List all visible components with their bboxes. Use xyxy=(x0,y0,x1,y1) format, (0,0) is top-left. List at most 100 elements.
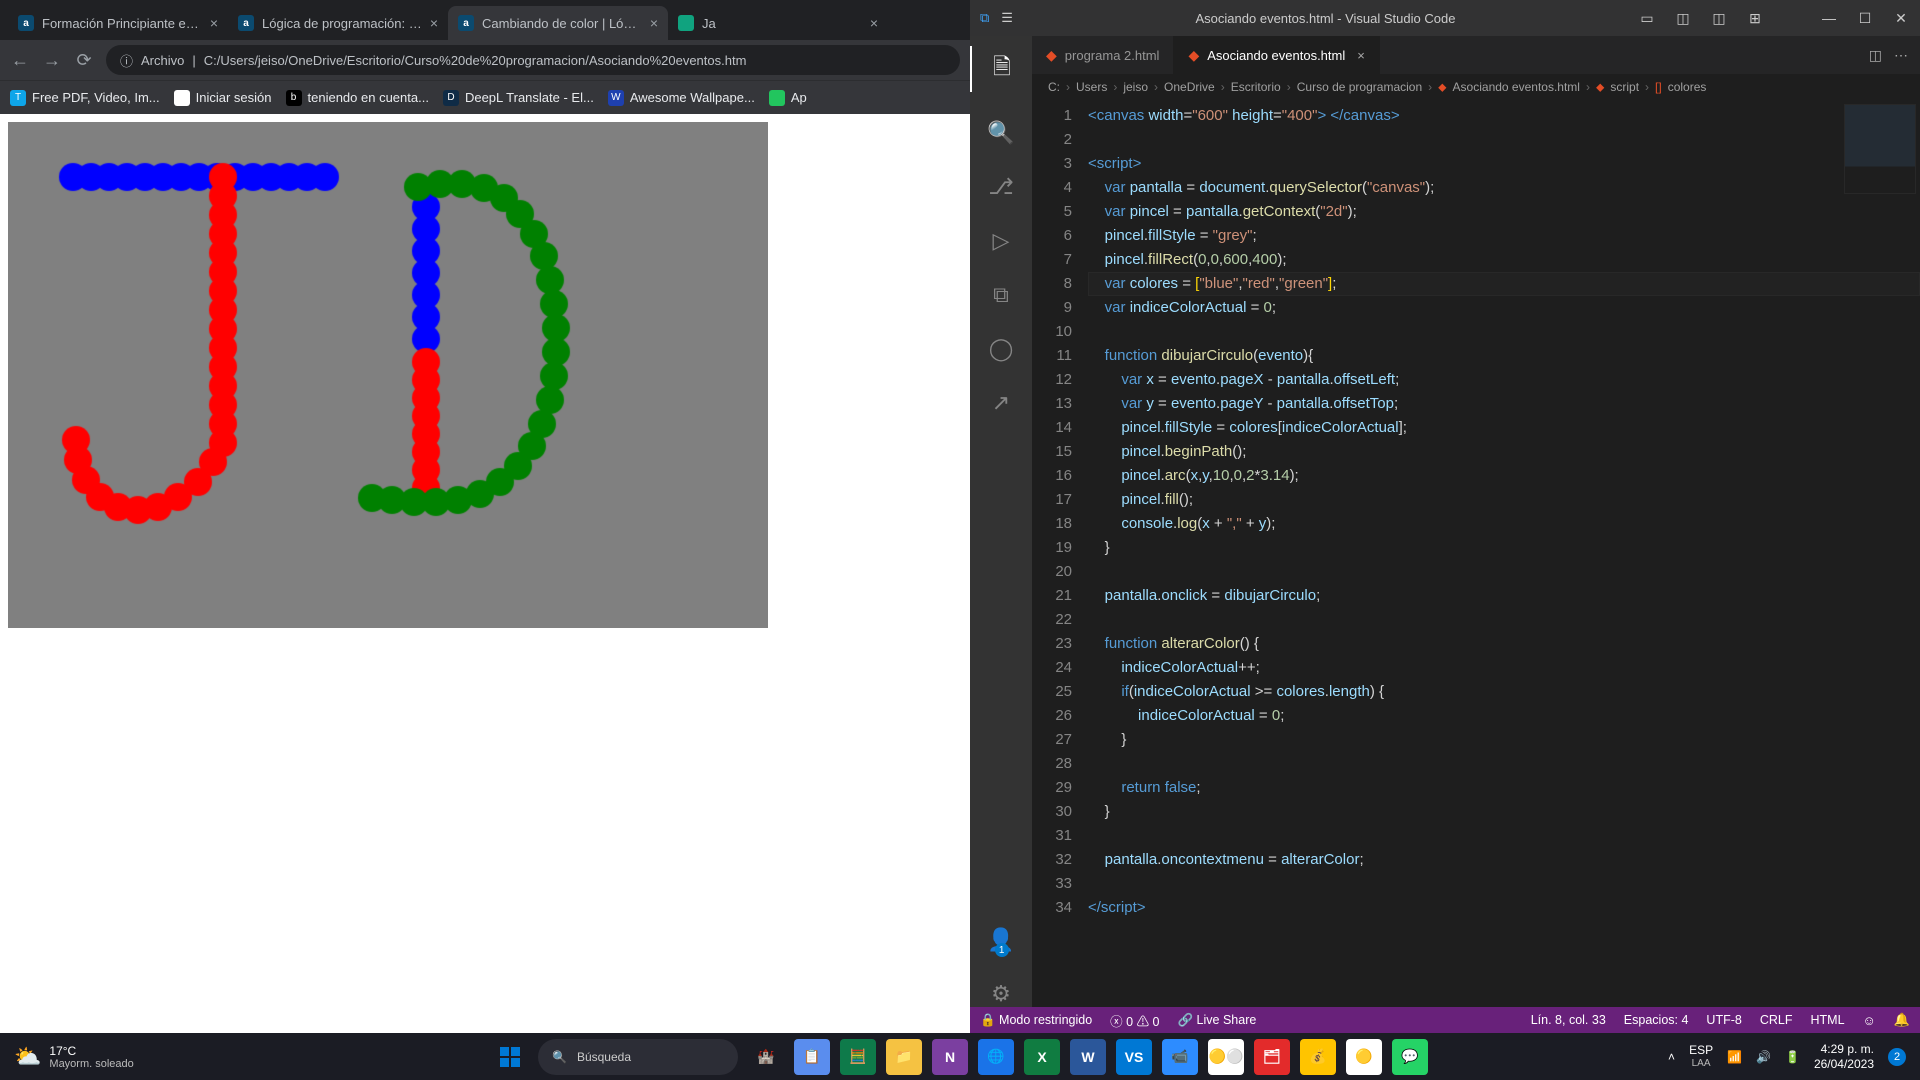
search-icon: 🔍 xyxy=(552,1050,567,1064)
bookmark-label: Iniciar sesión xyxy=(196,90,272,105)
bookmark-item[interactable]: Ap xyxy=(769,90,807,106)
tab-close-icon[interactable]: × xyxy=(870,15,878,31)
breadcrumb-segment[interactable]: script xyxy=(1610,80,1639,94)
code-content[interactable]: <canvas width="600" height="400"> </canv… xyxy=(1088,100,1920,1007)
wifi-icon[interactable]: 📶 xyxy=(1727,1050,1742,1064)
taskbar-app[interactable]: W xyxy=(1070,1039,1106,1075)
taskbar-app[interactable]: VS xyxy=(1116,1039,1152,1075)
layout-icon[interactable]: ⊞ xyxy=(1746,10,1764,27)
status-eol[interactable]: CRLF xyxy=(1760,1013,1793,1027)
vscode-titlebar[interactable]: ⧉ ☰ Asociando eventos.html - Visual Stud… xyxy=(970,0,1920,36)
layout-icon[interactable]: ◫ xyxy=(1710,10,1728,27)
tab-close-icon[interactable]: × xyxy=(210,15,218,31)
tray-overflow-icon[interactable]: ˄ xyxy=(1668,1050,1675,1064)
taskbar-weather[interactable]: ⛅ 17°C Mayorm. soleado xyxy=(0,1044,148,1070)
account-icon[interactable]: 👤 xyxy=(987,927,1014,953)
taskbar-app[interactable]: 🟡⚪ xyxy=(1208,1039,1244,1075)
bookmark-icon: T xyxy=(10,90,26,106)
taskbar-app[interactable]: 🟡 xyxy=(1346,1039,1382,1075)
layout-icon[interactable]: ▭ xyxy=(1638,10,1656,27)
site-info-icon[interactable]: ⓘ xyxy=(120,51,133,70)
breadcrumb-segment[interactable]: OneDrive xyxy=(1164,80,1215,94)
activity-item[interactable]: 🗎 xyxy=(970,46,1032,92)
status-cursor-pos[interactable]: Lín. 8, col. 33 xyxy=(1531,1013,1606,1027)
layout-icon[interactable]: ◫ xyxy=(1674,10,1692,27)
browser-tab[interactable]: Ja× xyxy=(668,6,888,40)
bookmark-item[interactable]: TFree PDF, Video, Im... xyxy=(10,90,160,106)
forward-button[interactable]: → xyxy=(42,50,62,71)
taskbar-app[interactable]: N xyxy=(932,1039,968,1075)
bookmark-item[interactable]: Iniciar sesión xyxy=(174,90,272,106)
maximize-button[interactable]: ☐ xyxy=(1856,10,1874,27)
breadcrumb-segment[interactable]: Users xyxy=(1076,80,1107,94)
taskbar-app[interactable]: 📋 xyxy=(794,1039,830,1075)
taskbar-search[interactable]: 🔍Búsqueda xyxy=(538,1039,738,1075)
close-button[interactable]: ✕ xyxy=(1892,10,1910,27)
more-actions-icon[interactable]: ⋯ xyxy=(1894,47,1908,64)
drawing-canvas[interactable] xyxy=(8,122,768,628)
taskbar-app[interactable]: 🏰 xyxy=(748,1039,784,1075)
status-encoding[interactable]: UTF-8 xyxy=(1706,1013,1741,1027)
breadcrumb-segment[interactable]: jeiso xyxy=(1123,80,1148,94)
activity-item[interactable]: ▷ xyxy=(993,228,1010,254)
taskbar-app[interactable]: 📹 xyxy=(1162,1039,1198,1075)
activity-item[interactable]: ⧉ xyxy=(993,282,1009,308)
status-spaces[interactable]: Espacios: 4 xyxy=(1624,1013,1689,1027)
editor-tab[interactable]: ◆programa 2.html xyxy=(1032,36,1174,74)
taskbar-app[interactable]: 💬 xyxy=(1392,1039,1428,1075)
taskbar-app[interactable]: 🗂 xyxy=(1254,1039,1290,1075)
editor-tab[interactable]: ◆Asociando eventos.html× xyxy=(1174,36,1379,74)
restricted-mode[interactable]: 🔒 Modo restringido xyxy=(980,1013,1092,1028)
bookmark-item[interactable]: bteniendo en cuenta... xyxy=(286,90,429,106)
address-bar[interactable]: ⓘ Archivo | C:/Users/jeiso/OneDrive/Escr… xyxy=(106,45,960,75)
reload-button[interactable]: ⟳ xyxy=(74,50,94,71)
vscode-editor[interactable]: 1234567891011121314151617181920212223242… xyxy=(1032,100,1920,1007)
activity-item[interactable]: ⎇ xyxy=(988,174,1013,200)
notification-badge[interactable]: 2 xyxy=(1888,1048,1906,1066)
activity-item[interactable]: ◯ xyxy=(989,336,1014,362)
chrome-toolbar: ← → ⟳ ⓘ Archivo | C:/Users/jeiso/OneDriv… xyxy=(0,40,970,80)
breadcrumb-segment[interactable]: Curso de programacion xyxy=(1297,80,1422,94)
status-liveshare[interactable]: 🔗 Live Share xyxy=(1178,1013,1257,1028)
bookmark-item[interactable]: DDeepL Translate - El... xyxy=(443,90,594,106)
taskbar-clock[interactable]: 4:29 p. m. 26/04/2023 xyxy=(1814,1042,1874,1072)
breadcrumb-segment[interactable]: Asociando eventos.html xyxy=(1453,80,1580,94)
taskbar-app[interactable]: 💰 xyxy=(1300,1039,1336,1075)
breadcrumb-segment[interactable]: Escritorio xyxy=(1231,80,1281,94)
split-editor-icon[interactable]: ◫ xyxy=(1869,47,1882,64)
battery-icon[interactable]: 🔋 xyxy=(1785,1050,1800,1064)
back-button[interactable]: ← xyxy=(10,50,30,71)
app-menu-icon[interactable]: ☰ xyxy=(1001,10,1013,26)
minimize-button[interactable]: — xyxy=(1820,10,1838,26)
bookmark-icon: D xyxy=(443,90,459,106)
bookmark-item[interactable]: WAwesome Wallpape... xyxy=(608,90,755,106)
status-bell-icon[interactable]: 🔔 xyxy=(1894,1012,1910,1028)
taskbar-app[interactable]: 📁 xyxy=(886,1039,922,1075)
vscode-breadcrumb[interactable]: C:›Users›jeiso›OneDrive›Escritorio›Curso… xyxy=(1032,74,1920,100)
browser-tab[interactable]: aCambiando de color | Lógica de p× xyxy=(448,6,668,40)
status-lang[interactable]: HTML xyxy=(1811,1013,1845,1027)
activity-item[interactable]: 🔍 xyxy=(987,120,1014,146)
start-button[interactable] xyxy=(492,1039,528,1075)
taskbar-app[interactable]: 🌐 xyxy=(978,1039,1014,1075)
volume-icon[interactable]: 🔊 xyxy=(1756,1050,1771,1064)
tab-close-icon[interactable]: × xyxy=(650,15,658,31)
taskbar-app[interactable]: 🧮 xyxy=(840,1039,876,1075)
bookmark-label: Awesome Wallpape... xyxy=(630,90,755,105)
minimap[interactable] xyxy=(1844,104,1916,194)
breadcrumb-segment[interactable]: colores xyxy=(1668,80,1707,94)
status-problems[interactable]: ⓧ 0 ⚠ 0 xyxy=(1110,1011,1159,1030)
tab-close-icon[interactable]: × xyxy=(430,15,438,31)
tray-lang1[interactable]: ESP xyxy=(1689,1043,1713,1057)
browser-tab[interactable]: aLógica de programación: Practic× xyxy=(228,6,448,40)
activity-item[interactable]: ↗ xyxy=(992,390,1010,416)
browser-tab[interactable]: aFormación Principiante en Progra× xyxy=(8,6,228,40)
gear-icon[interactable]: ⚙ xyxy=(991,981,1011,1007)
tab-close-icon[interactable]: × xyxy=(1357,48,1365,63)
status-feedback-icon[interactable]: ☺ xyxy=(1863,1013,1876,1028)
taskbar-app[interactable]: X xyxy=(1024,1039,1060,1075)
clock-time: 4:29 p. m. xyxy=(1814,1042,1874,1057)
weather-temp: 17°C xyxy=(49,1044,133,1058)
breadcrumb-segment[interactable]: C: xyxy=(1048,80,1060,94)
vscode-statusbar: 🔒 Modo restringido ⓧ 0 ⚠ 0 🔗 Live Share … xyxy=(970,1007,1920,1033)
